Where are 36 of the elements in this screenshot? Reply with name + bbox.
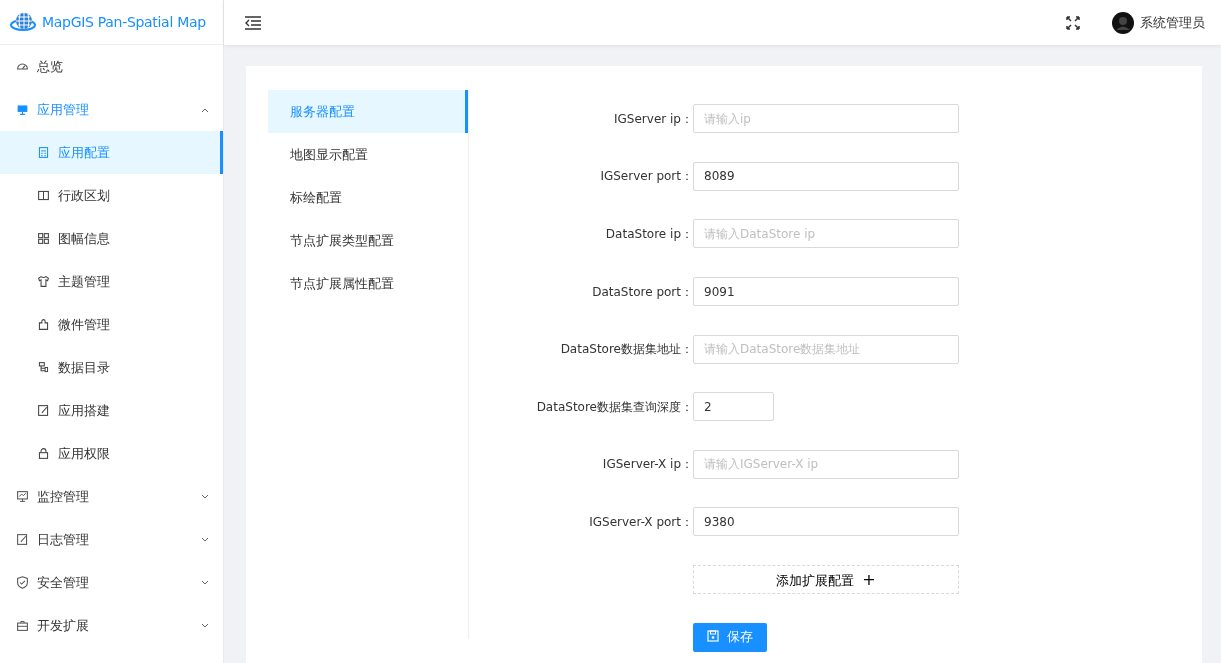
menu-item[interactable]: 监控管理 [0, 475, 223, 518]
field-label: DataStore port： [591, 283, 693, 301]
submenu-item[interactable]: 应用搭建 [0, 389, 223, 432]
menu-item[interactable]: 开发扩展 [0, 604, 223, 647]
menu-item[interactable]: 日志管理 [0, 518, 223, 561]
add-config-button[interactable]: 添加扩展配置 + [693, 565, 959, 595]
field-label: IGServer-X port： [588, 513, 693, 531]
submenu-item[interactable]: 数据目录 [0, 346, 223, 389]
input-field[interactable]: 9380 [693, 507, 959, 537]
field-label: DataStore ip： [604, 226, 693, 243]
input-field[interactable]: 请输入DataStore数据集地址 [693, 334, 959, 364]
field-label: IGServer port： [599, 168, 693, 186]
input-field[interactable]: 2 [693, 392, 774, 422]
input-field[interactable]: 请输入DataStore ip [693, 219, 959, 249]
field-label: DataStore数据集查询深度： [535, 398, 693, 416]
plus-icon: + [862, 569, 876, 589]
submenu-item[interactable]: 微件管理 [0, 303, 223, 346]
input-field[interactable]: 9091 [693, 277, 959, 307]
app-title: MapGIS Pan-Spatial Map [42, 12, 206, 32]
config-tab[interactable]: 节点扩展类型配置 [268, 219, 468, 262]
field-label: IGServer ip： [613, 110, 693, 128]
menu-item[interactable]: 总览 [0, 45, 223, 88]
input-field[interactable]: 请输入ip [693, 104, 959, 134]
input-field[interactable]: 8089 [693, 161, 959, 191]
field-label: DataStore数据集地址： [559, 341, 693, 359]
user-name[interactable]: 系统管理员 [1140, 12, 1205, 33]
submenu-item[interactable]: 图幅信息 [0, 217, 223, 260]
config-tab[interactable]: 节点扩展属性配置 [268, 262, 468, 305]
input-field[interactable]: 请输入IGServer-X ip [693, 449, 959, 479]
config-tab[interactable]: 标绘配置 [268, 176, 468, 219]
config-tab[interactable]: 地图显示配置 [268, 133, 468, 176]
submenu-item[interactable]: 行政区划 [0, 174, 223, 217]
menu-item[interactable]: 安全管理 [0, 561, 223, 604]
submenu-item[interactable]: 主题管理 [0, 260, 223, 303]
field-label: IGServer-X ip： [601, 456, 693, 474]
submenu-item[interactable]: 应用权限 [0, 432, 223, 475]
